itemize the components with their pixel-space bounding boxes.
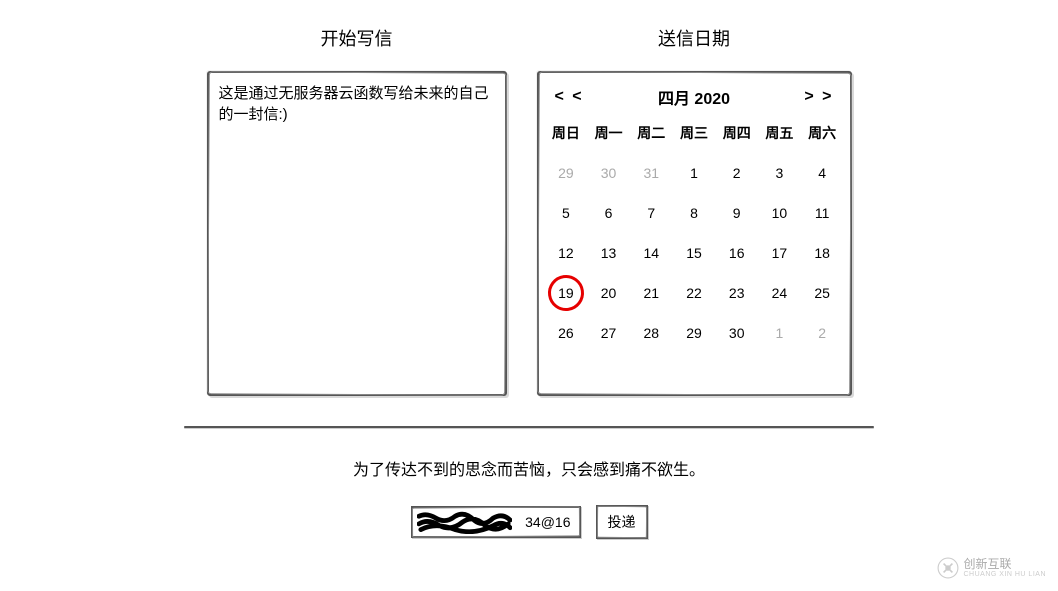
watermark: 创新互联 CHUANG XIN HU LIAN [937, 557, 1046, 579]
calendar-dow: 周一 [587, 117, 630, 153]
calendar-day[interactable]: 18 [801, 233, 844, 273]
watermark-logo-icon [937, 557, 959, 579]
calendar-day[interactable]: 19 [545, 273, 588, 313]
calendar-day[interactable]: 9 [715, 193, 758, 233]
calendar-day[interactable]: 5 [545, 193, 588, 233]
calendar-day[interactable]: 17 [758, 233, 801, 273]
footer-text: 为了传达不到的思念而苦恼，只会感到痛不欲生。 [0, 456, 1058, 480]
redaction-scribble [417, 510, 512, 534]
calendar-day[interactable]: 24 [758, 273, 801, 313]
calendar-day[interactable]: 6 [587, 193, 630, 233]
calendar-day[interactable]: 3 [758, 153, 801, 193]
calendar-day[interactable]: 20 [587, 273, 630, 313]
calendar-day[interactable]: 14 [630, 233, 673, 273]
calendar-day[interactable]: 29 [673, 313, 716, 353]
calendar-title: 送信日期 [658, 25, 730, 51]
calendar-day[interactable]: 25 [801, 273, 844, 313]
calendar-day[interactable]: 2 [801, 313, 844, 353]
email-input[interactable]: 34@16 [411, 506, 581, 538]
calendar-days-grid: 2930311234567891011121314151617181920212… [545, 153, 844, 353]
calendar-day[interactable]: 30 [587, 153, 630, 193]
calendar-day[interactable]: 28 [630, 313, 673, 353]
calendar-day[interactable]: 22 [673, 273, 716, 313]
calendar-day[interactable]: 26 [545, 313, 588, 353]
divider [184, 426, 874, 428]
calendar-day[interactable]: 29 [545, 153, 588, 193]
letter-title: 开始写信 [321, 25, 393, 51]
calendar-day[interactable]: 2 [715, 153, 758, 193]
calendar-dow: 周二 [630, 117, 673, 153]
send-button[interactable]: 投递 [596, 505, 648, 539]
calendar-month-label: 四月 2020 [658, 85, 730, 109]
calendar-day[interactable]: 21 [630, 273, 673, 313]
calendar-day[interactable]: 10 [758, 193, 801, 233]
calendar-prev-button[interactable]: < < [555, 88, 584, 106]
calendar-day[interactable]: 11 [801, 193, 844, 233]
calendar-day[interactable]: 4 [801, 153, 844, 193]
calendar-day[interactable]: 30 [715, 313, 758, 353]
calendar-day[interactable]: 31 [630, 153, 673, 193]
email-visible-text: 34@16 [525, 514, 570, 530]
watermark-cn: 创新互联 [963, 558, 1046, 571]
watermark-en: CHUANG XIN HU LIAN [963, 571, 1046, 579]
calendar-day[interactable]: 7 [630, 193, 673, 233]
calendar-next-button[interactable]: > > [804, 88, 833, 106]
calendar-dow-row: 周日周一周二周三周四周五周六 [545, 117, 844, 153]
letter-box [207, 71, 507, 396]
calendar-dow: 周三 [673, 117, 716, 153]
calendar-dow: 周六 [801, 117, 844, 153]
calendar-day[interactable]: 1 [673, 153, 716, 193]
calendar-day[interactable]: 23 [715, 273, 758, 313]
calendar-box: < < 四月 2020 > > 周日周一周二周三周四周五周六 293031123… [537, 71, 852, 396]
calendar-day[interactable]: 12 [545, 233, 588, 273]
calendar-day[interactable]: 13 [587, 233, 630, 273]
letter-textarea[interactable] [219, 83, 495, 384]
calendar-day[interactable]: 8 [673, 193, 716, 233]
calendar-dow: 周五 [758, 117, 801, 153]
calendar-dow: 周日 [545, 117, 588, 153]
calendar-day[interactable]: 27 [587, 313, 630, 353]
calendar-dow: 周四 [715, 117, 758, 153]
calendar-day[interactable]: 1 [758, 313, 801, 353]
calendar-day[interactable]: 16 [715, 233, 758, 273]
calendar-day[interactable]: 15 [673, 233, 716, 273]
